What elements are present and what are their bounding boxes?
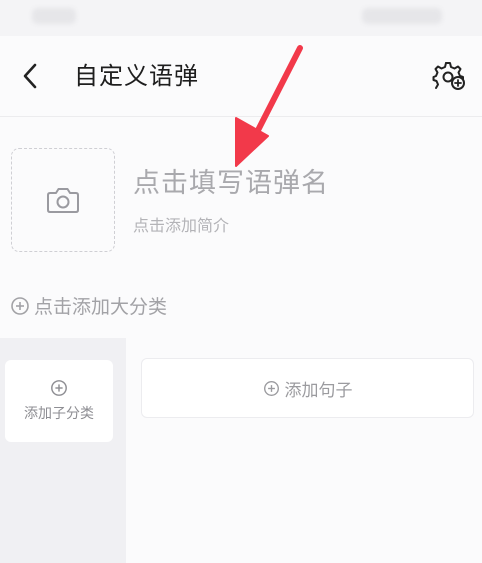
add-category-button[interactable]: 点击添加大分类 xyxy=(10,292,167,319)
status-time-blurred xyxy=(32,8,76,24)
intro-input[interactable]: 点击添加简介 xyxy=(133,214,229,238)
header: 自定义语弹 xyxy=(0,36,482,117)
cover-upload-button[interactable] xyxy=(11,148,115,252)
add-sentence-button[interactable]: 添加句子 xyxy=(141,358,474,418)
chevron-left-icon xyxy=(23,63,37,89)
name-input[interactable]: 点击填写语弹名 xyxy=(133,164,453,204)
back-button[interactable] xyxy=(12,58,48,94)
plus-circle-icon xyxy=(11,296,29,315)
app-screen: 自定义语弹 点击填写语弹名 点击添加简介 点击添加大分类 添加子分类 添加句子 xyxy=(0,0,482,563)
status-icons-blurred xyxy=(362,8,442,24)
page-title: 自定义语弹 xyxy=(74,62,199,90)
add-subcategory-label: 添加子分类 xyxy=(24,406,94,422)
status-bar xyxy=(0,0,482,36)
camera-icon xyxy=(47,188,79,213)
plus-circle-icon xyxy=(263,380,279,396)
gear-plus-icon xyxy=(432,62,465,90)
plus-circle-icon xyxy=(51,380,67,396)
settings-button[interactable] xyxy=(430,56,468,94)
add-sentence-label: 添加句子 xyxy=(284,380,353,401)
add-category-label: 点击添加大分类 xyxy=(34,296,168,318)
add-subcategory-button[interactable]: 添加子分类 xyxy=(5,360,113,442)
